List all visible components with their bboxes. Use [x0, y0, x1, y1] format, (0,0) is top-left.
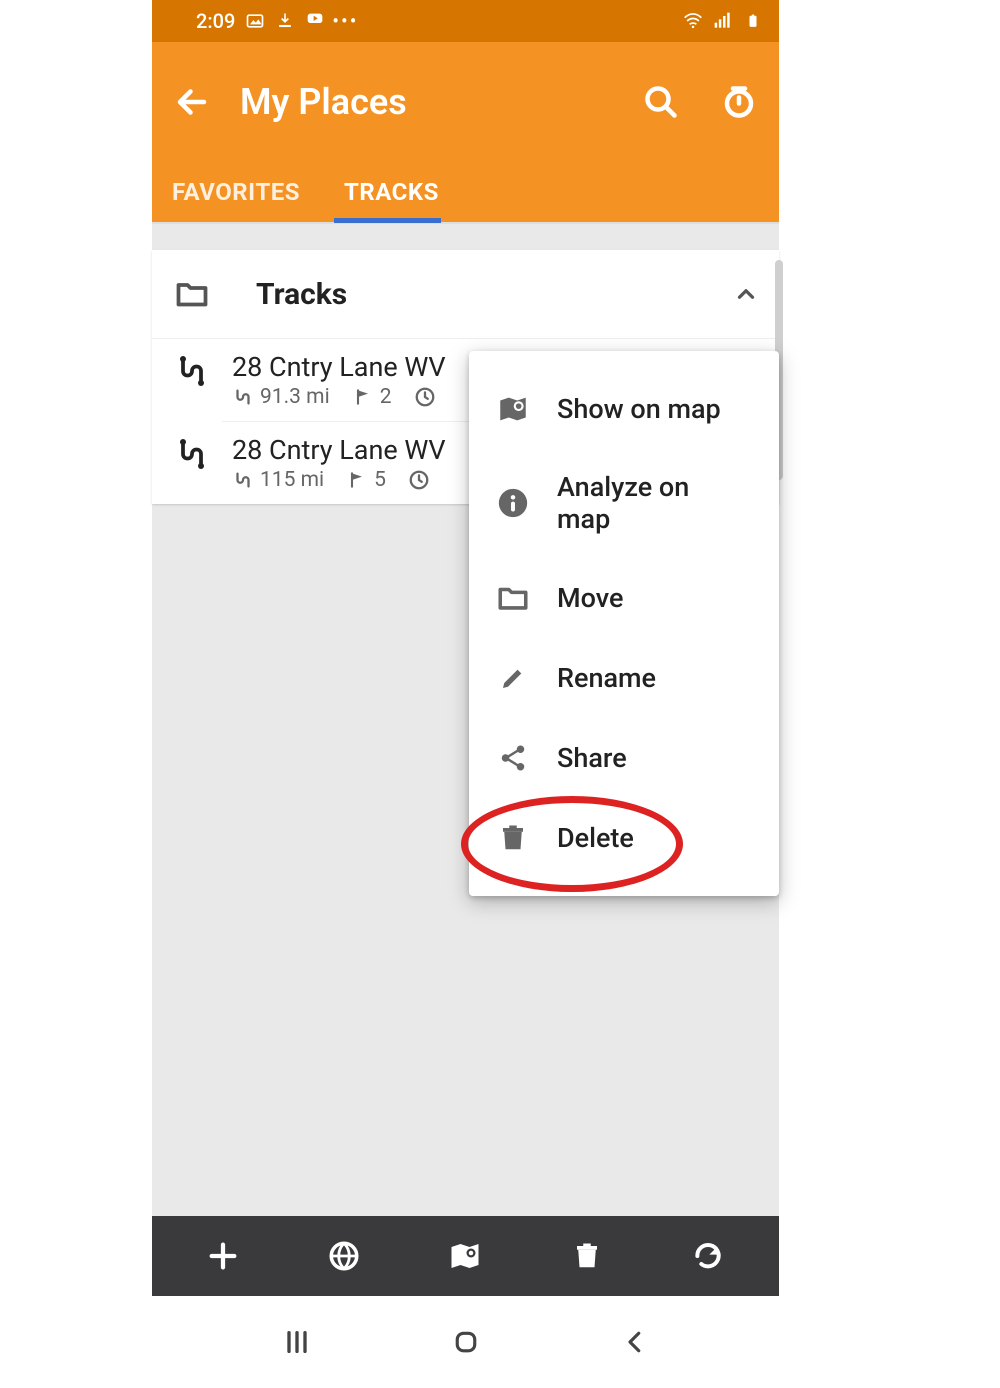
track-distance: 115 mi: [260, 468, 324, 492]
route-icon: [172, 351, 212, 391]
clock-icon: [408, 469, 430, 491]
menu-label: Rename: [557, 662, 656, 694]
status-left: 2:09 •••: [196, 9, 355, 33]
tab-favorites[interactable]: FAVORITES: [172, 164, 320, 222]
globe-button[interactable]: [324, 1236, 364, 1276]
menu-item-delete[interactable]: Delete: [469, 798, 779, 878]
sort-button[interactable]: [719, 82, 759, 122]
track-distance: 91.3 mi: [260, 385, 330, 409]
map-button[interactable]: [445, 1236, 485, 1276]
app-bar: My Places FAVORITES TRACKS: [152, 42, 779, 222]
track-waypoints: 5: [374, 468, 386, 492]
refresh-button[interactable]: [688, 1236, 728, 1276]
battery-icon: [743, 11, 763, 31]
add-button[interactable]: [203, 1236, 243, 1276]
menu-item-share[interactable]: Share: [469, 718, 779, 798]
download-icon: [275, 11, 295, 31]
flag-icon: [352, 386, 374, 408]
context-menu: Show on map Analyze on map Move Rename S…: [469, 351, 779, 896]
distance-icon: [232, 386, 254, 408]
folder-icon: [172, 274, 212, 314]
tab-tracks[interactable]: TRACKS: [344, 164, 459, 222]
page-title: My Places: [240, 81, 407, 123]
menu-label: Show on map: [557, 393, 721, 425]
more-icon: •••: [335, 11, 355, 31]
folder-row-tracks[interactable]: Tracks: [152, 250, 779, 339]
system-nav-bar: [152, 1296, 779, 1388]
signal-icon: [713, 11, 733, 31]
nav-recents[interactable]: [279, 1324, 315, 1360]
nav-back[interactable]: [617, 1324, 653, 1360]
search-button[interactable]: [641, 82, 681, 122]
map-pin-icon: [495, 391, 531, 427]
menu-label: Analyze on map: [557, 471, 737, 536]
tabs: FAVORITES TRACKS: [172, 138, 759, 222]
clock-icon: [414, 386, 436, 408]
menu-label: Move: [557, 582, 623, 614]
menu-label: Share: [557, 742, 627, 774]
menu-item-move[interactable]: Move: [469, 558, 779, 638]
back-button[interactable]: [172, 82, 212, 122]
pencil-icon: [495, 660, 531, 696]
route-icon: [172, 434, 212, 474]
menu-item-rename[interactable]: Rename: [469, 638, 779, 718]
folder-title: Tracks: [256, 277, 347, 312]
status-right: [683, 11, 763, 31]
status-bar: 2:09 •••: [152, 0, 779, 42]
chevron-up-icon: [733, 281, 759, 307]
delete-button[interactable]: [567, 1236, 607, 1276]
phone-screen: 2:09 •••: [152, 0, 779, 1388]
info-icon: [495, 485, 531, 521]
menu-item-show-on-map[interactable]: Show on map: [469, 369, 779, 449]
share-icon: [495, 740, 531, 776]
bottom-action-bar: [152, 1216, 779, 1296]
play-icon: [305, 11, 325, 31]
trash-icon: [495, 820, 531, 856]
image-icon: [245, 11, 265, 31]
flag-icon: [346, 469, 368, 491]
status-time: 2:09: [196, 9, 235, 33]
menu-label: Delete: [557, 822, 634, 854]
folder-icon: [495, 580, 531, 616]
nav-home[interactable]: [448, 1324, 484, 1360]
track-waypoints: 2: [380, 385, 392, 409]
wifi-icon: [683, 11, 703, 31]
distance-icon: [232, 469, 254, 491]
menu-item-analyze[interactable]: Analyze on map: [469, 449, 779, 558]
